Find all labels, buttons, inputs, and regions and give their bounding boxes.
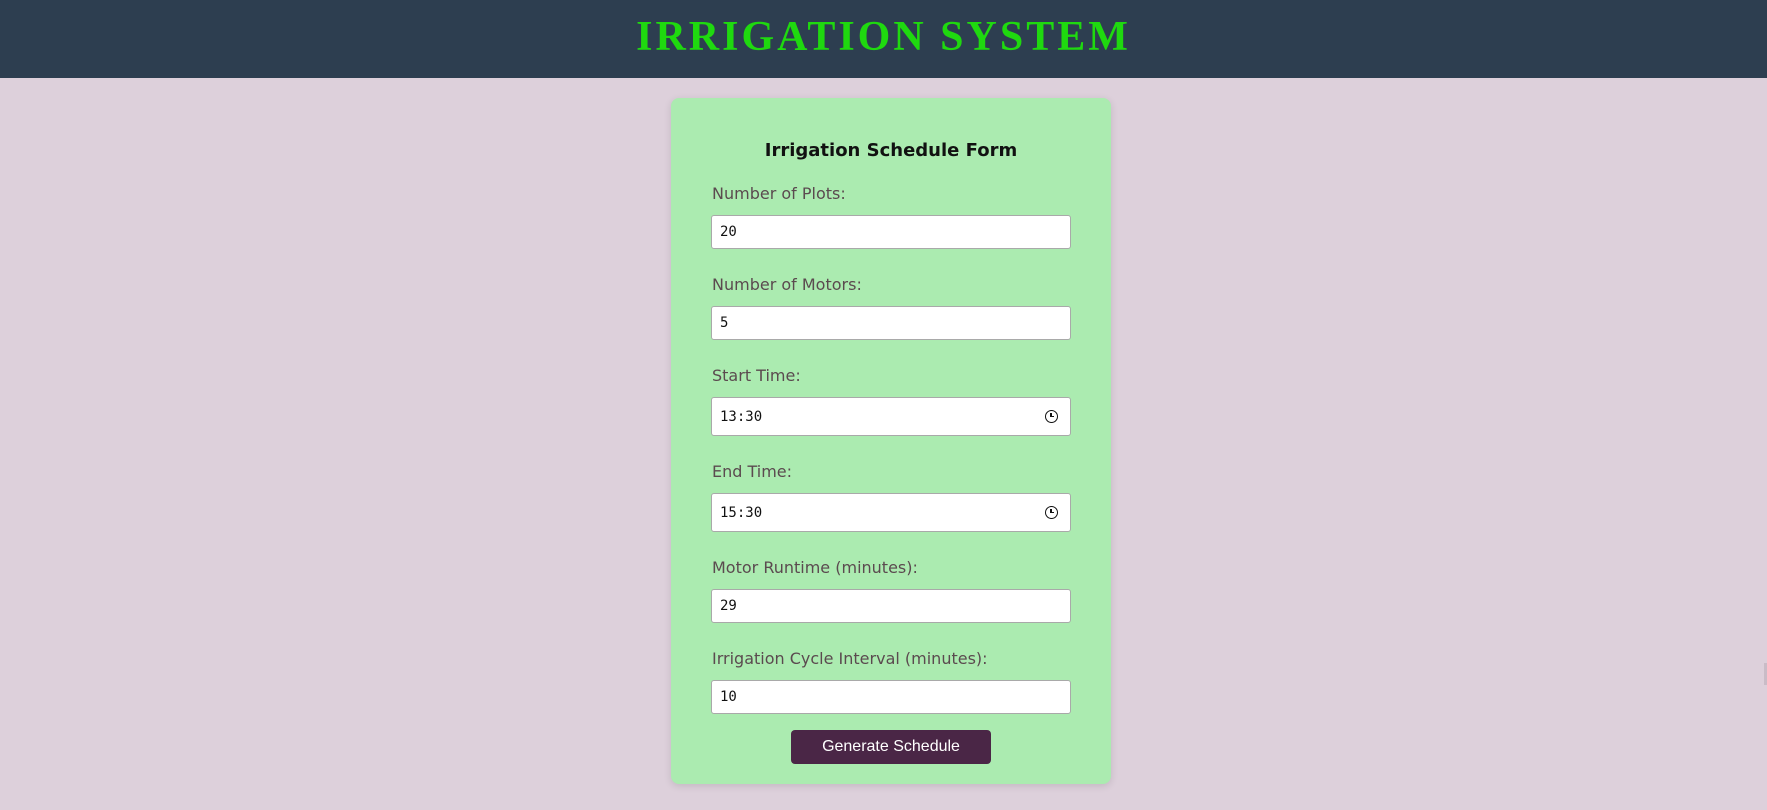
cycle-interval-input[interactable]: 10 — [711, 680, 1071, 714]
cycle-interval-value: 10 — [720, 689, 737, 705]
form-title: Irrigation Schedule Form — [764, 140, 1018, 161]
plots-input[interactable]: 20 — [711, 215, 1071, 249]
end-time-value: 15:30 — [720, 504, 763, 521]
start-time-value: 13:30 — [720, 408, 763, 425]
clock-icon[interactable] — [1045, 410, 1058, 423]
motor-runtime-value: 29 — [720, 598, 737, 614]
start-time-label: Start Time: — [712, 366, 801, 385]
clock-icon[interactable] — [1045, 506, 1058, 519]
motors-input[interactable]: 5 — [711, 306, 1071, 340]
motors-value: 5 — [720, 315, 729, 331]
motor-runtime-input[interactable]: 29 — [711, 589, 1071, 623]
irrigation-schedule-form: Irrigation Schedule Form Number of Plots… — [671, 98, 1111, 784]
end-time-input[interactable]: 15:30 — [711, 493, 1071, 532]
cycle-interval-label: Irrigation Cycle Interval (minutes): — [712, 649, 988, 668]
end-time-label: End Time: — [712, 462, 793, 481]
motors-label: Number of Motors: — [712, 275, 862, 294]
plots-value: 20 — [720, 224, 737, 240]
motor-runtime-label: Motor Runtime (minutes): — [712, 558, 918, 577]
top-header-bar: IRRIGATION SYSTEM — [0, 0, 1767, 78]
plots-label: Number of Plots: — [712, 184, 846, 203]
generate-schedule-button[interactable]: Generate Schedule — [791, 730, 991, 764]
site-title: IRRIGATION SYSTEM — [636, 14, 1131, 60]
start-time-input[interactable]: 13:30 — [711, 397, 1071, 436]
